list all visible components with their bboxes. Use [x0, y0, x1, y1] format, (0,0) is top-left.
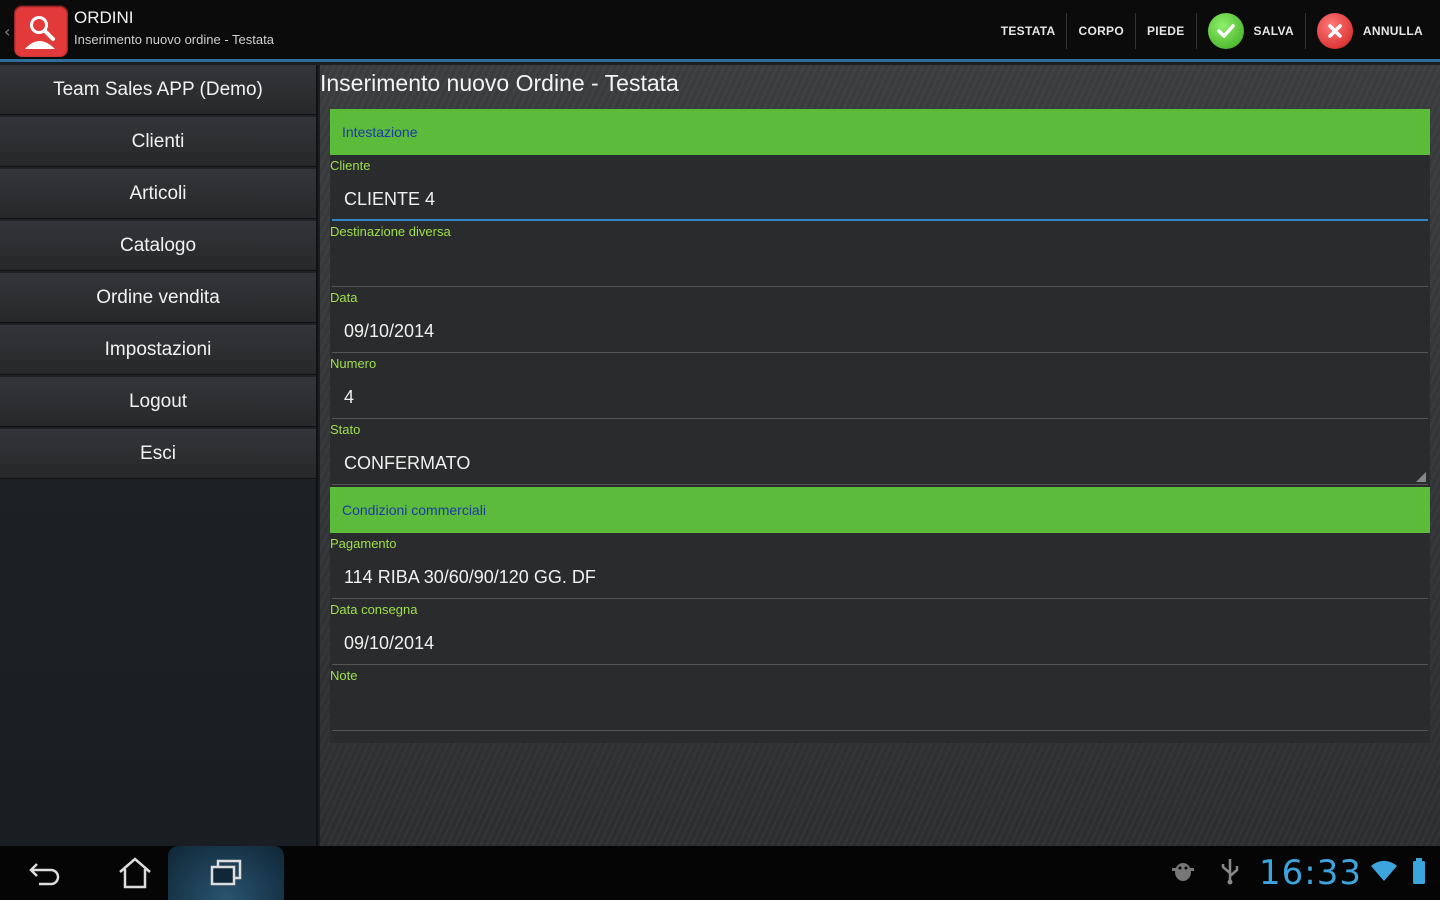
save-label: SALVA: [1253, 24, 1294, 38]
battery-icon: [1412, 857, 1426, 889]
dropdown-corner-icon: [1416, 472, 1426, 482]
field-label-stato: Stato: [330, 422, 361, 437]
note-field[interactable]: [332, 687, 1428, 731]
field-label-destinazione: Destinazione diversa: [330, 224, 451, 239]
pagamento-field[interactable]: 114 RIBA 30/60/90/120 GG. DF: [332, 555, 1428, 599]
tab-piede[interactable]: PIEDE: [1136, 0, 1196, 62]
sidebar-item-logout[interactable]: Logout: [0, 377, 316, 427]
order-form: Intestazione Cliente CLIENTE 4 Destinazi…: [330, 109, 1430, 743]
cliente-field[interactable]: CLIENTE 4: [332, 177, 1428, 221]
data-consegna-field[interactable]: 09/10/2014: [332, 621, 1428, 665]
app-subtitle: Inserimento nuovo ordine - Testata: [74, 32, 274, 47]
field-label-cliente: Cliente: [330, 158, 371, 173]
close-icon: [1316, 13, 1353, 49]
android-debug-icon: [1169, 857, 1197, 889]
main-content: Inserimento nuovo Ordine - Testata Intes…: [320, 65, 1440, 846]
wifi-icon: [1370, 859, 1398, 887]
stato-select[interactable]: CONFERMATO: [332, 441, 1428, 485]
data-field[interactable]: 09/10/2014: [332, 309, 1428, 353]
stato-value: CONFERMATO: [344, 453, 471, 473]
up-caret-icon[interactable]: ‹: [4, 22, 10, 41]
field-label-data-consegna: Data consegna: [330, 602, 418, 617]
field-label-data: Data: [330, 290, 358, 305]
sidebar-item-catalogo[interactable]: Catalogo: [0, 221, 316, 271]
action-bar-actions: TESTATA CORPO PIEDE SALVA ANNULLA: [990, 0, 1434, 62]
section-header-intestazione: Intestazione: [330, 109, 1430, 155]
sidebar-item-impostazioni[interactable]: Impostazioni: [0, 325, 316, 375]
recent-apps-icon[interactable]: [168, 846, 284, 900]
cancel-button[interactable]: ANNULLA: [1306, 0, 1434, 62]
cancel-label: ANNULLA: [1362, 24, 1423, 38]
back-icon[interactable]: [0, 846, 90, 900]
tab-corpo[interactable]: CORPO: [1067, 0, 1135, 62]
checkmark-icon: [1207, 13, 1244, 49]
system-nav-bar: 16:33: [0, 846, 1440, 900]
home-icon[interactable]: [90, 846, 180, 900]
status-area: 16:33: [1169, 846, 1426, 900]
sidebar: Team Sales APP (Demo) Clienti Articoli C…: [0, 65, 318, 846]
sidebar-item-esci[interactable]: Esci: [0, 429, 316, 479]
field-label-numero: Numero: [330, 356, 377, 371]
sidebar-item-team-sales[interactable]: Team Sales APP (Demo): [0, 65, 316, 115]
sidebar-item-clienti[interactable]: Clienti: [0, 117, 316, 167]
field-label-note: Note: [330, 668, 358, 683]
system-clock: 16:33: [1259, 853, 1362, 893]
numero-field[interactable]: 4: [332, 375, 1428, 419]
save-button[interactable]: SALVA: [1197, 0, 1305, 62]
sidebar-item-ordine-vendita[interactable]: Ordine vendita: [0, 273, 316, 323]
destinazione-diversa-field[interactable]: [332, 243, 1428, 287]
field-label-pagamento: Pagamento: [330, 536, 397, 551]
section-header-condizioni: Condizioni commerciali: [330, 487, 1430, 533]
tab-testata[interactable]: TESTATA: [990, 0, 1067, 62]
page-title: Inserimento nuovo Ordine - Testata: [320, 70, 679, 96]
usb-icon: [1219, 857, 1241, 889]
sidebar-item-articoli[interactable]: Articoli: [0, 169, 316, 219]
app-logo-icon[interactable]: [14, 5, 68, 57]
action-bar: ‹ ORDINI Inserimento nuovo ordine - Test…: [0, 0, 1440, 62]
app-title: ORDINI: [74, 8, 134, 27]
